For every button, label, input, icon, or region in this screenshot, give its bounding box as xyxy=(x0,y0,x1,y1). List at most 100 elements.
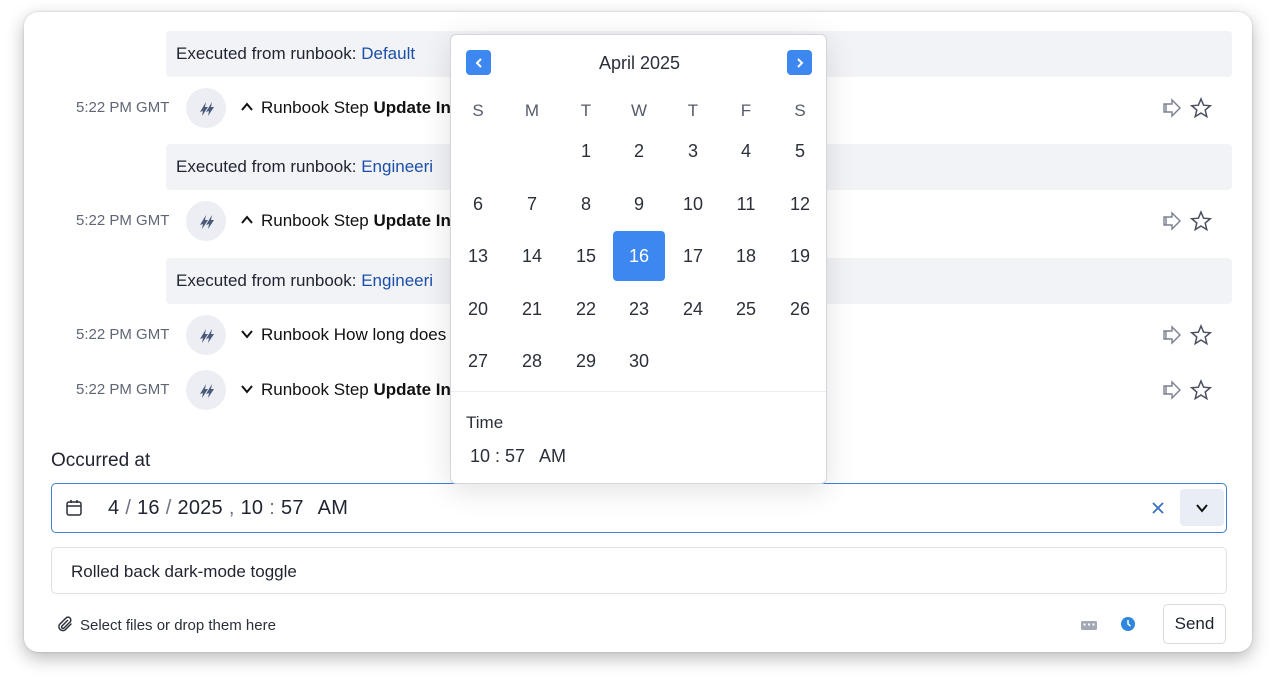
weekday-header: W xyxy=(630,101,648,120)
calendar-day[interactable]: 18 xyxy=(720,231,772,281)
event-title-bold: Update In xyxy=(373,98,451,117)
calendar-day[interactable]: 11 xyxy=(720,179,772,229)
calendar-day[interactable]: 22 xyxy=(560,284,612,334)
calendar-day[interactable]: 12 xyxy=(774,179,826,229)
attach-label: Select files or drop them here xyxy=(80,616,276,634)
calendar-day[interactable]: 8 xyxy=(560,179,612,229)
keyboard-icon[interactable] xyxy=(1080,618,1098,632)
note-input[interactable]: Rolled back dark-mode toggle xyxy=(51,547,1227,594)
event-title[interactable]: Runbook Step Update In xyxy=(261,368,451,412)
divider xyxy=(451,391,826,392)
calendar-day[interactable]: 23 xyxy=(613,284,665,334)
calendar-day[interactable]: 17 xyxy=(667,231,719,281)
weekday-header: M xyxy=(524,101,540,120)
ampm-segment[interactable]: AM xyxy=(304,497,348,519)
time-label: Time xyxy=(466,413,504,432)
app-window: Executed from runbook: Default 5:22 PM G… xyxy=(24,12,1252,652)
forward-icon[interactable] xyxy=(1162,98,1182,118)
weekday-header: S xyxy=(794,101,806,120)
app-logo-icon xyxy=(186,315,226,355)
forward-icon[interactable] xyxy=(1162,325,1182,345)
star-icon[interactable] xyxy=(1190,324,1212,346)
occurred-at-input[interactable]: 4/16/2025, 10:57 AM xyxy=(51,483,1227,533)
minute-segment[interactable]: 57 xyxy=(281,497,304,519)
calendar-day[interactable]: 10 xyxy=(667,179,719,229)
event-title-text: Runbook How long does xyxy=(261,325,447,344)
calendar-day[interactable]: 4 xyxy=(720,126,772,176)
calendar-day[interactable]: 20 xyxy=(452,284,504,334)
chevron-down-icon xyxy=(1196,503,1208,513)
calendar-day[interactable]: 21 xyxy=(506,284,558,334)
runbook-link[interactable]: Engineeri xyxy=(361,271,433,290)
calendar-day[interactable]: 26 xyxy=(774,284,826,334)
paperclip-icon xyxy=(58,616,72,632)
banner-text: Executed from runbook: xyxy=(176,44,362,63)
send-button[interactable]: Send xyxy=(1163,604,1226,644)
event-title-bold: Update In xyxy=(373,211,451,230)
weekday-header: S xyxy=(472,101,484,120)
month-segment[interactable]: 4 xyxy=(108,497,119,519)
event-title-text: Runbook Step xyxy=(261,380,374,399)
calendar-day[interactable]: 14 xyxy=(506,231,558,281)
event-time: 5:22 PM GMT xyxy=(76,381,170,398)
calendar-day[interactable]: 1 xyxy=(560,126,612,176)
calendar-day[interactable]: 7 xyxy=(506,179,558,229)
event-time: 5:22 PM GMT xyxy=(76,212,170,229)
app-logo-icon xyxy=(186,88,226,128)
event-time: 5:22 PM GMT xyxy=(76,326,170,343)
time-value[interactable]: 10 : 57 AM xyxy=(470,446,566,467)
event-title[interactable]: Runbook Step Update In xyxy=(261,86,451,130)
event-title[interactable]: Runbook How long does xyxy=(261,313,446,357)
star-icon[interactable] xyxy=(1190,210,1212,232)
attach-files-button[interactable]: Select files or drop them here xyxy=(56,614,276,636)
calendar-day[interactable]: 27 xyxy=(452,336,504,386)
calendar-day[interactable]: 2 xyxy=(613,126,665,176)
calendar-day[interactable]: 3 xyxy=(667,126,719,176)
event-title-bold: Update In xyxy=(373,380,451,399)
chevron-right-icon xyxy=(796,57,803,68)
calendar-day[interactable]: 6 xyxy=(452,179,504,229)
calendar-icon[interactable] xyxy=(64,498,84,518)
occurred-at-label: Occurred at xyxy=(51,450,151,471)
event-title[interactable]: Runbook Step Update In xyxy=(261,199,451,243)
event-title-text: Runbook Step xyxy=(261,98,374,117)
weekday-header: T xyxy=(580,101,592,120)
chevron-down-icon[interactable] xyxy=(240,382,254,396)
event-time: 5:22 PM GMT xyxy=(76,99,170,116)
day-segment[interactable]: 16 xyxy=(137,497,160,519)
weekday-header: F xyxy=(740,101,752,120)
app-logo-icon xyxy=(186,201,226,241)
month-label: April 2025 xyxy=(598,53,681,73)
star-icon[interactable] xyxy=(1190,97,1212,119)
year-segment[interactable]: 2025 xyxy=(178,497,223,519)
clock-icon[interactable] xyxy=(1120,616,1136,632)
weekday-header: T xyxy=(687,101,699,120)
calendar-day[interactable]: 29 xyxy=(560,336,612,386)
calendar-day[interactable]: 13 xyxy=(452,231,504,281)
clear-icon[interactable] xyxy=(1150,500,1166,516)
runbook-link[interactable]: Default xyxy=(361,44,415,63)
calendar-day[interactable]: 28 xyxy=(506,336,558,386)
calendar-day-selected[interactable]: 16 xyxy=(613,231,665,281)
date-value[interactable]: 4/16/2025, 10:57 AM xyxy=(108,484,348,532)
calendar-day[interactable]: 5 xyxy=(774,126,826,176)
hour-segment[interactable]: 10 xyxy=(241,497,264,519)
forward-icon[interactable] xyxy=(1162,380,1182,400)
chevron-up-icon[interactable] xyxy=(240,213,254,227)
app-logo-icon xyxy=(186,370,226,410)
next-month-button[interactable] xyxy=(787,50,812,75)
chevron-up-icon[interactable] xyxy=(240,100,254,114)
calendar-day[interactable]: 24 xyxy=(667,284,719,334)
star-icon[interactable] xyxy=(1190,379,1212,401)
calendar-day[interactable]: 19 xyxy=(774,231,826,281)
forward-icon[interactable] xyxy=(1162,211,1182,231)
calendar-day[interactable]: 30 xyxy=(613,336,665,386)
calendar-day[interactable]: 9 xyxy=(613,179,665,229)
calendar-toggle-button[interactable] xyxy=(1180,489,1224,526)
calendar-day[interactable]: 15 xyxy=(560,231,612,281)
banner-text: Executed from runbook: xyxy=(176,157,362,176)
runbook-link[interactable]: Engineeri xyxy=(361,157,433,176)
calendar-day[interactable]: 25 xyxy=(720,284,772,334)
event-title-text: Runbook Step xyxy=(261,211,374,230)
chevron-down-icon[interactable] xyxy=(240,327,254,341)
